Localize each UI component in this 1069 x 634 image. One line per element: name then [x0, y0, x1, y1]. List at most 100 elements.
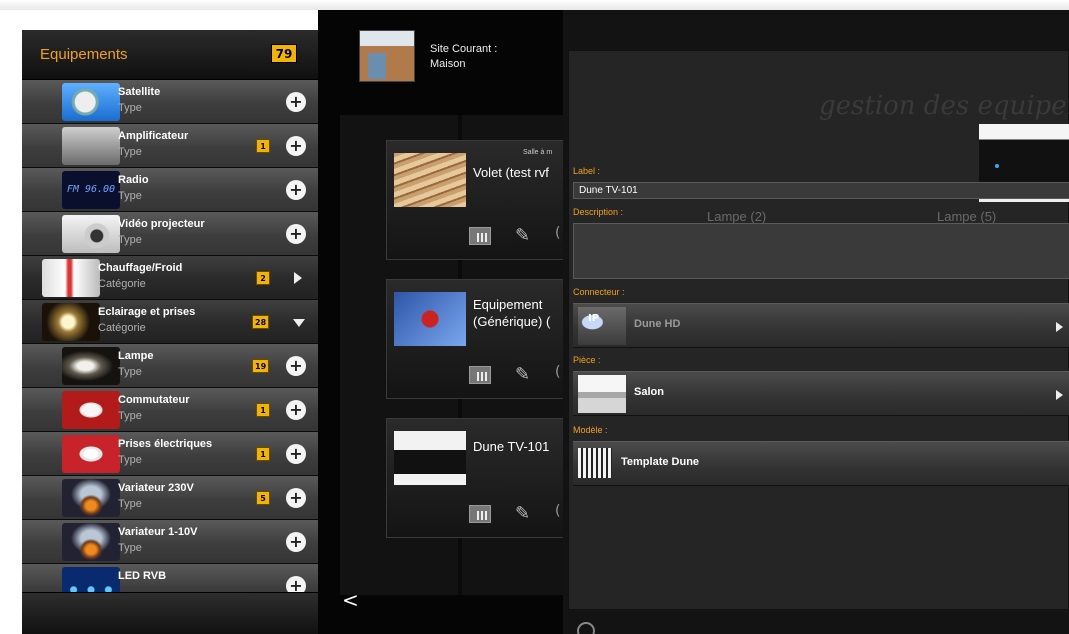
row-subtitle: Type — [118, 498, 142, 510]
type-row[interactable]: Satellite Type + — [22, 80, 318, 124]
card-title: Equipement (Générique) ( — [473, 297, 551, 329]
type-row[interactable]: Amplificateur Type 1 + — [22, 124, 318, 168]
add-icon[interactable]: + — [286, 136, 306, 156]
row-name: Eclairage et prises — [98, 306, 196, 318]
equipment-list[interactable]: Satellite Type + Amplificateur Type 1 + FM 96.0… — [22, 80, 318, 624]
media-box-icon — [394, 431, 466, 485]
dimmer-icon — [62, 479, 120, 517]
amplifier-icon — [62, 127, 120, 165]
row-subtitle: Type — [118, 146, 142, 158]
type-row[interactable]: Variateur 230V Type 5 + — [22, 476, 318, 520]
type-row[interactable]: Lampe Type 19 + — [22, 344, 318, 388]
row-subtitle: Type — [118, 366, 142, 378]
modele-select[interactable]: Template Dune — [573, 441, 1069, 486]
row-subtitle: Type — [118, 234, 142, 246]
add-icon[interactable]: + — [286, 444, 306, 464]
thumb-text: FM 96.00 — [66, 184, 116, 195]
device-grid-area: Site Courant : Maison Salle à m Volet (t… — [318, 10, 563, 634]
row-subtitle: Type — [118, 102, 142, 114]
row-subtitle: Catégorie — [98, 278, 146, 290]
add-icon[interactable]: + — [286, 92, 306, 112]
add-icon[interactable]: + — [286, 224, 306, 244]
add-icon[interactable]: + — [286, 400, 306, 420]
site-label: Site Courant : — [430, 43, 498, 55]
edit-pencil-icon[interactable]: ✎ — [515, 366, 537, 384]
row-name: LED RVB — [118, 570, 167, 582]
collapse-arrow-icon[interactable] — [293, 319, 305, 327]
equipment-panel-title: Equipements — [40, 46, 128, 63]
type-row[interactable]: Prises électriques Type 1 + — [22, 432, 318, 476]
equipment-panel: Equipements 79 Satellite Type + Amplificate… — [22, 30, 318, 634]
category-row[interactable]: Eclairage et prises Catégorie 28 — [22, 300, 318, 344]
description-textarea[interactable] — [573, 223, 1069, 279]
delete-icon[interactable]: ( — [555, 225, 560, 241]
circle-button-icon[interactable] — [577, 622, 595, 634]
row-name: Prises électriques — [118, 438, 213, 450]
switch-icon — [62, 391, 120, 429]
row-name: Vidéo projecteur — [118, 218, 205, 230]
add-icon[interactable]: + — [286, 180, 306, 200]
delete-icon[interactable]: ( — [555, 503, 560, 519]
row-name: Commutateur — [118, 394, 190, 406]
site-house-image[interactable] — [359, 30, 415, 82]
device-card[interactable]: Salle à m Volet (test rvf ✎ ( — [386, 140, 563, 260]
power-outlet-icon — [62, 435, 120, 473]
back-arrow-icon[interactable]: < — [342, 588, 359, 612]
grid-icon[interactable] — [469, 227, 491, 245]
connecteur-select[interactable]: IP Dune HD — [573, 303, 1069, 348]
device-card[interactable]: Equipement (Générique) ( ✎ ( — [386, 279, 563, 399]
count-badge: 1 — [256, 139, 270, 153]
grid-icon[interactable] — [469, 366, 491, 384]
device-card[interactable]: Dune TV-101 ✎ ( — [386, 418, 563, 538]
grid-icon[interactable] — [469, 505, 491, 523]
ip-connector-icon: IP — [578, 307, 626, 345]
count-badge: 1 — [256, 403, 270, 417]
light-icon — [42, 303, 100, 341]
row-name: Lampe — [118, 350, 154, 362]
edit-pencil-icon[interactable]: ✎ — [515, 227, 537, 245]
swiss-knife-icon — [394, 292, 466, 346]
type-row[interactable]: Commutateur Type 1 + — [22, 388, 318, 432]
living-room-icon — [578, 375, 626, 413]
row-subtitle: Type — [118, 542, 142, 554]
count-badge: 1 — [256, 447, 270, 461]
category-row[interactable]: Chauffage/Froid Catégorie 2 — [22, 256, 318, 300]
piece-caption: Pièce : — [573, 355, 601, 365]
edit-pencil-icon[interactable]: ✎ — [515, 505, 537, 523]
add-icon[interactable]: + — [286, 532, 306, 552]
row-name: Satellite — [118, 86, 161, 98]
type-row[interactable]: FM 96.00 Radio Type + — [22, 168, 318, 212]
background-item: Lampe (5) — [937, 209, 997, 224]
row-subtitle: Type — [118, 410, 142, 422]
app-window: Equipements 79 Satellite Type + Amplificate… — [0, 0, 1069, 634]
expand-arrow-icon[interactable] — [294, 272, 302, 284]
piece-value: Salon — [634, 386, 664, 398]
connecteur-caption: Connecteur : — [573, 287, 625, 297]
row-name: Amplificateur — [118, 130, 189, 142]
connecteur-value: Dune HD — [634, 318, 681, 330]
wood-shutter-icon — [394, 153, 466, 207]
row-name: Radio — [118, 174, 149, 186]
add-icon[interactable]: + — [286, 356, 306, 376]
count-badge: 2 — [256, 271, 270, 285]
add-icon[interactable]: + — [286, 488, 306, 508]
lamp-icon — [62, 347, 120, 385]
row-subtitle: Type — [118, 190, 142, 202]
type-row[interactable]: Vidéo projecteur Type + — [22, 212, 318, 256]
row-name: Variateur 230V — [118, 482, 194, 494]
background-item: Lampe (2) — [707, 209, 767, 224]
label-input[interactable]: Dune TV-101 — [573, 182, 1069, 199]
card-room: Salle à m — [523, 149, 553, 156]
radio-display-icon: FM 96.00 — [62, 171, 120, 209]
type-row[interactable]: Variateur 1-10V Type + — [22, 520, 318, 564]
satellite-dish-icon — [62, 83, 120, 121]
background-title: gestion des equipeme — [819, 91, 1069, 121]
piece-select[interactable]: Salon — [573, 371, 1069, 416]
label-caption: Label : — [573, 166, 601, 176]
equipment-editor-panel: gestion des equipeme Lampe (2) Lampe (5)… — [563, 10, 1069, 634]
dimmer-icon — [62, 523, 120, 561]
delete-icon[interactable]: ( — [555, 364, 560, 380]
row-subtitle: Type — [118, 454, 142, 466]
ip-icon-text: IP — [588, 313, 600, 324]
card-title: Volet (test rvf — [473, 165, 549, 180]
